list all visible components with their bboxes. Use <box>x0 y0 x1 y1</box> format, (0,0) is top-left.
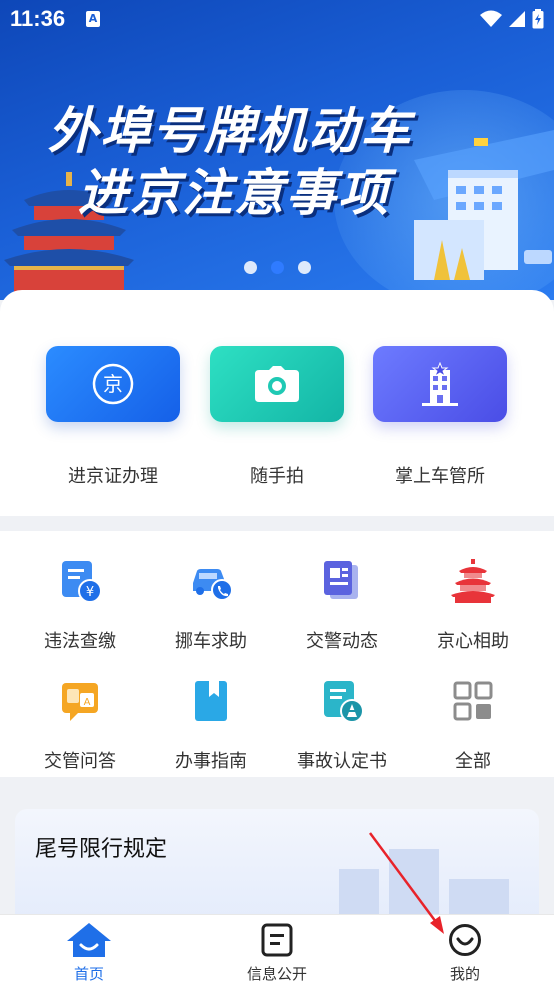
smiley-icon <box>449 924 481 956</box>
violation-payment-icon: ¥ <box>62 561 102 603</box>
svg-text:京: 京 <box>103 372 123 396</box>
plate-restriction-title: 尾号限行规定 <box>35 837 168 862</box>
notification-icon: A <box>86 11 100 27</box>
tab-mine[interactable]: 我的 <box>405 923 525 984</box>
promo-banner[interactable]: 11:36 A 外埠号牌机动车 进京注意事项 <box>0 0 554 300</box>
service-label: 交管问答 <box>44 751 116 772</box>
beijing-permit-icon: 京 <box>92 363 134 405</box>
service-violation-payment[interactable]: ¥ 违法查缴 <box>15 559 145 653</box>
bottom-tab-bar: 首页 信息公开 我的 <box>0 914 554 984</box>
beijing-permit-label[interactable]: 进京证办理 <box>23 462 203 488</box>
service-all[interactable]: 全部 <box>408 679 538 773</box>
carousel-dot[interactable] <box>297 261 311 274</box>
service-label: 办事指南 <box>175 751 247 772</box>
service-police-news[interactable]: 交警动态 <box>277 559 407 653</box>
banner-headline: 外埠号牌机动车 进京注意事项 <box>48 100 412 224</box>
service-accident-report[interactable]: 事故认定书 <box>277 679 407 773</box>
vehicle-office-button[interactable] <box>373 346 507 422</box>
svg-text:A: A <box>84 697 91 708</box>
wifi-icon <box>480 10 502 27</box>
status-bar: 11:36 A <box>0 0 554 40</box>
move-car-icon <box>193 569 233 601</box>
banner-title-line1: 外埠号牌机动车 <box>48 102 412 160</box>
office-building-icon <box>422 362 458 406</box>
service-label: 挪车求助 <box>175 631 247 652</box>
tab-info-label: 信息公开 <box>246 965 307 983</box>
svg-text:¥: ¥ <box>86 585 94 600</box>
system-icons <box>480 9 544 29</box>
document-icon <box>261 923 293 957</box>
service-move-car[interactable]: 挪车求助 <box>146 559 276 653</box>
status-time: 11:36 <box>10 6 66 31</box>
service-label: 京心相助 <box>437 631 509 652</box>
service-guide[interactable]: 办事指南 <box>146 679 276 773</box>
battery-icon <box>532 9 544 29</box>
beijing-permit-button[interactable]: 京 <box>46 346 180 422</box>
services-grid: ¥ 违法查缴 挪车求助 交警动态 京心相助 A 交管问答 办事指南 事故认定书 … <box>0 531 554 777</box>
snapshot-report-button[interactable] <box>210 346 344 422</box>
plate-restriction-card[interactable]: 尾号限行规定 <box>15 809 539 929</box>
signal-icon <box>509 11 525 27</box>
police-news-icon <box>324 561 358 599</box>
service-qa[interactable]: A 交管问答 <box>15 679 145 773</box>
camera-icon <box>255 366 299 402</box>
snapshot-report-label[interactable]: 随手拍 <box>187 462 367 488</box>
tab-home[interactable]: 首页 <box>29 923 149 984</box>
qa-icon: A <box>62 683 98 721</box>
banner-title-line2: 进京注意事项 <box>78 164 390 222</box>
tab-home-label: 首页 <box>73 965 104 983</box>
service-beijing-help[interactable]: 京心相助 <box>408 559 538 653</box>
accident-report-icon <box>324 681 364 723</box>
service-label: 交警动态 <box>306 631 378 652</box>
service-label: 全部 <box>455 751 491 772</box>
guide-book-icon <box>195 681 227 721</box>
service-label: 事故认定书 <box>297 751 387 772</box>
quick-actions-card: 京 进京证办理 随手拍 掌上车管所 <box>0 290 554 516</box>
carousel-dot-active[interactable] <box>270 261 284 274</box>
city-office-illustration <box>414 130 554 280</box>
tab-mine-label: 我的 <box>449 965 480 983</box>
vehicle-office-label[interactable]: 掌上车管所 <box>350 462 530 488</box>
temple-icon <box>451 559 495 603</box>
carousel-indicator <box>0 261 554 274</box>
home-icon <box>67 923 111 957</box>
tab-info-disclosure[interactable]: 信息公开 <box>217 923 337 984</box>
carousel-dot[interactable] <box>243 261 257 274</box>
service-label: 违法查缴 <box>44 631 116 652</box>
grid-all-icon <box>453 681 493 721</box>
